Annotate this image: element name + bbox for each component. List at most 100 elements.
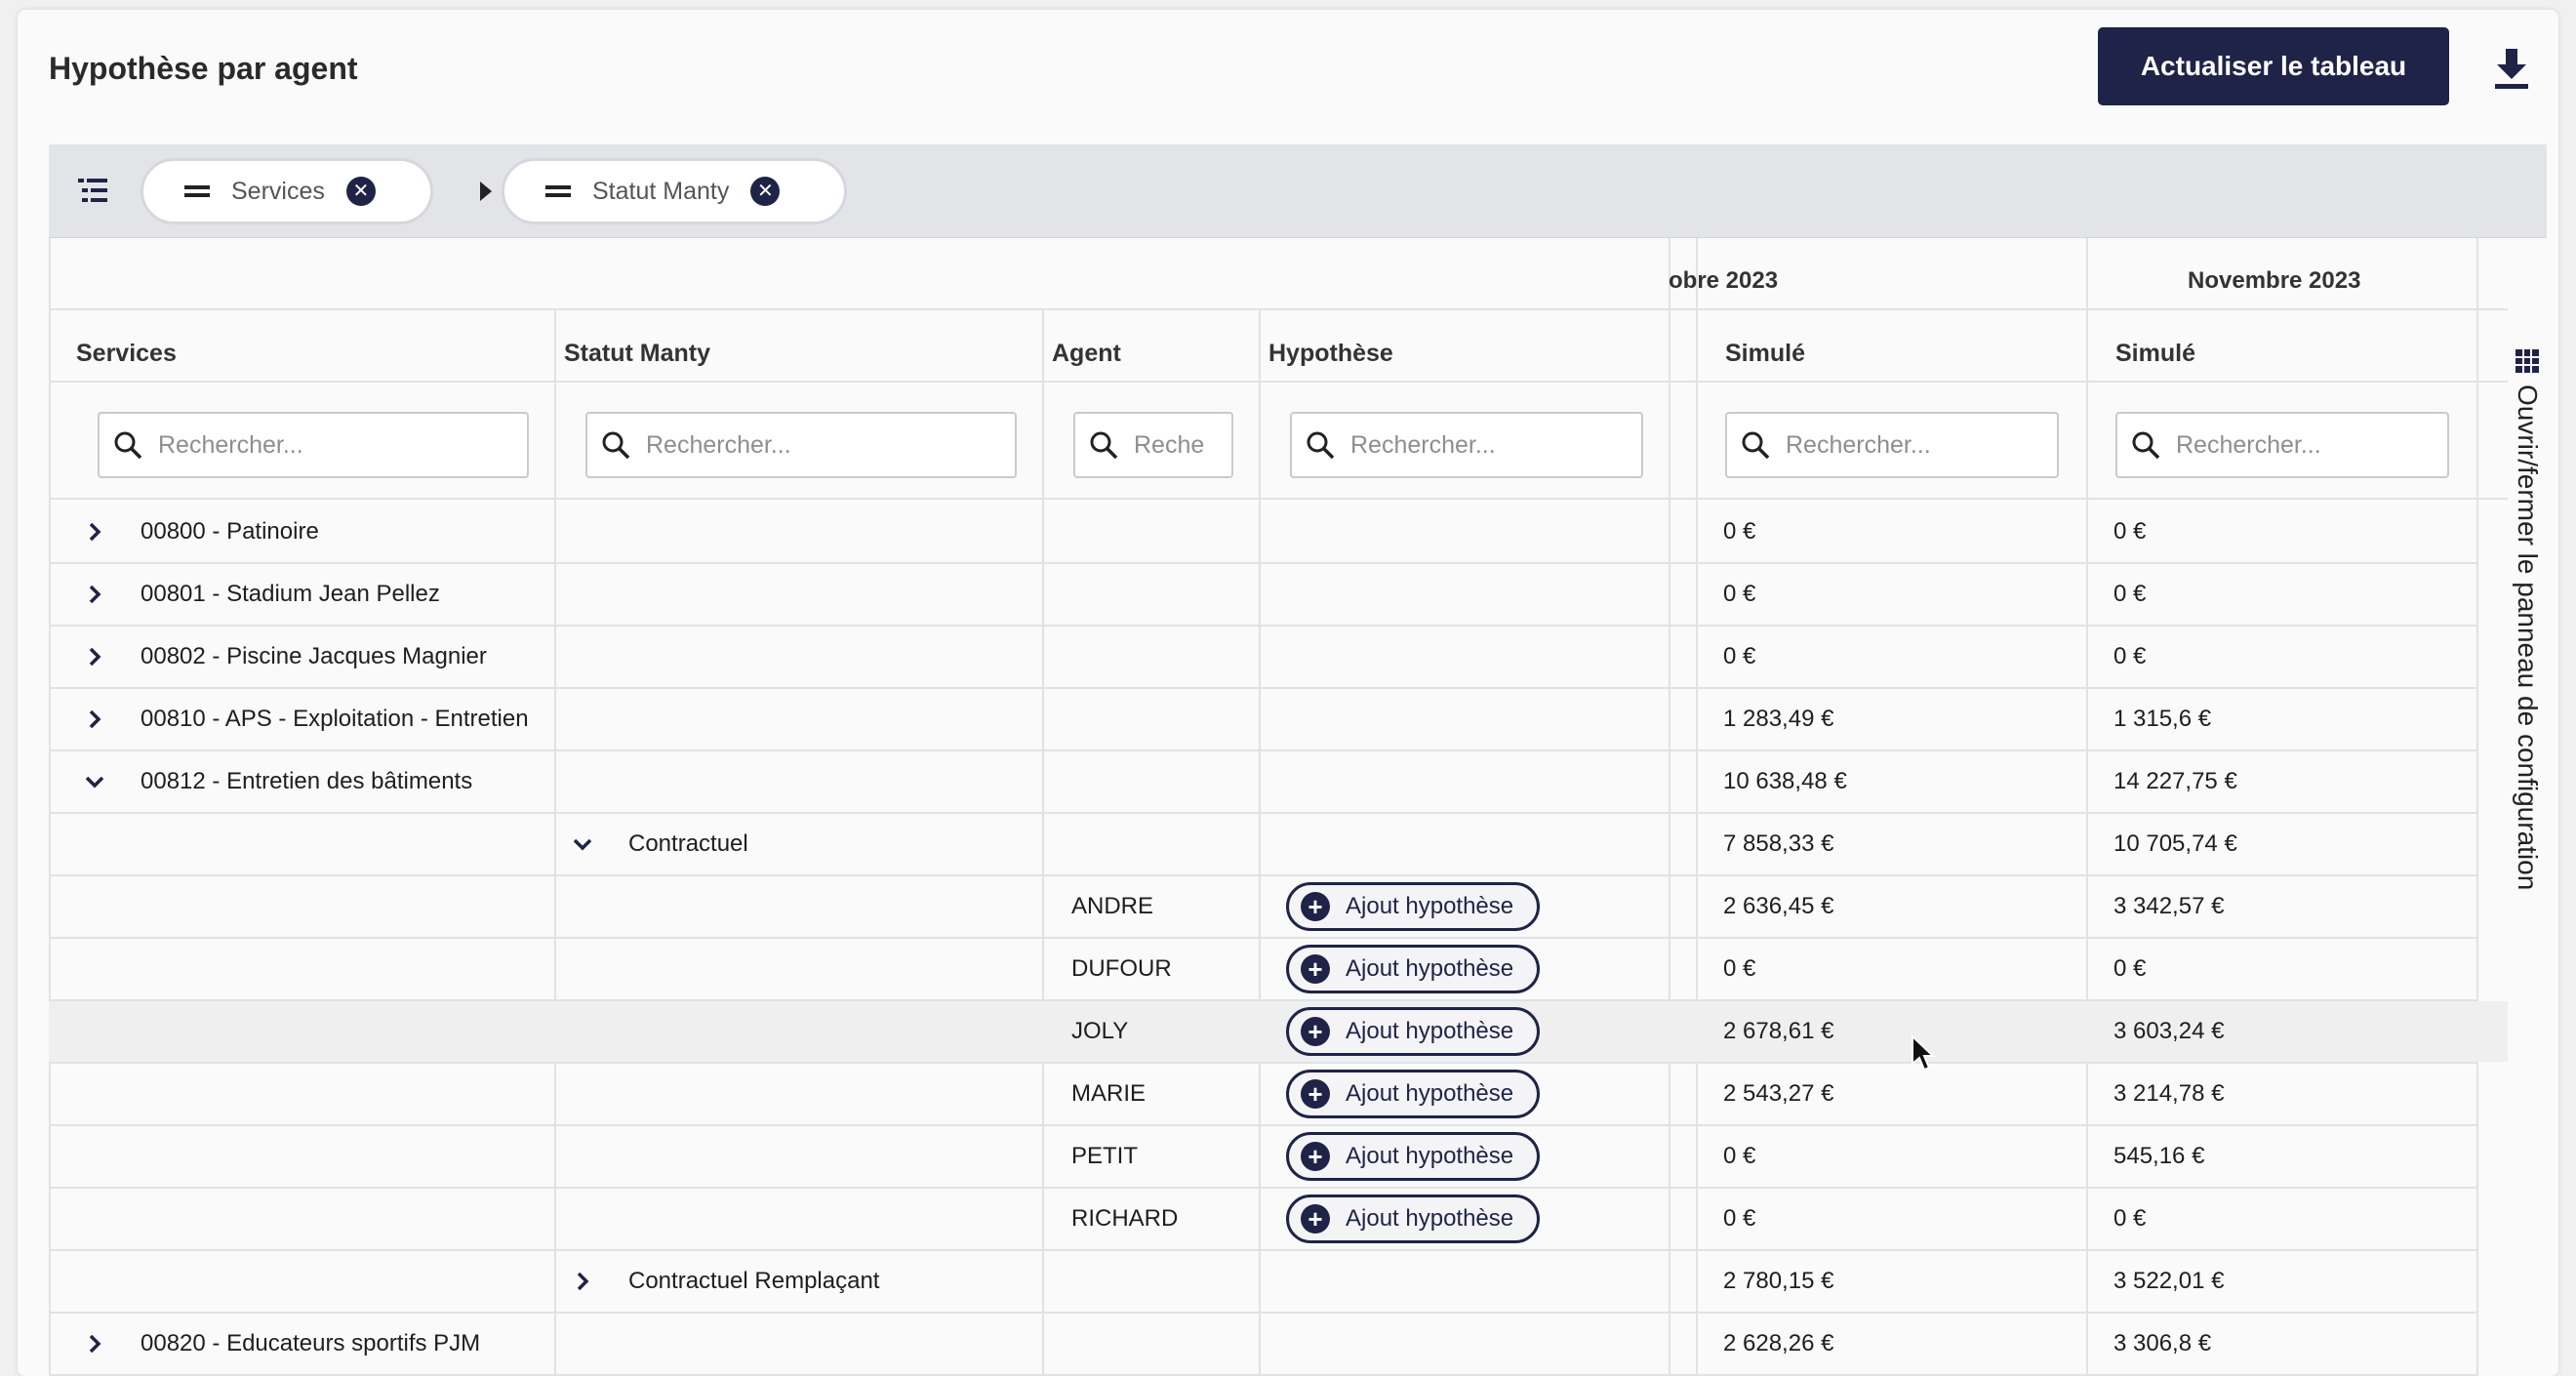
chevron-right-icon[interactable] (78, 578, 111, 611)
agent-search-field[interactable] (1073, 412, 1233, 478)
plus-circle-icon: + (1301, 1204, 1330, 1234)
grid-icon[interactable] (2502, 345, 2553, 384)
add-hypothesis-button[interactable]: + Ajout hypothèse (1286, 1070, 1541, 1118)
remove-chip-icon[interactable]: ✕ (750, 177, 781, 206)
search-icon (602, 431, 630, 460)
hypothese-search-input[interactable] (1350, 430, 1641, 460)
add-hypothesis-label: Ajout hypothèse (1346, 1143, 1514, 1169)
service-group-row[interactable]: 00800 - Patinoire 0 € 0 € (49, 502, 2508, 564)
group-chip-services[interactable]: Services ✕ (141, 158, 433, 224)
agent-row[interactable]: RICHARD + Ajout hypothèse 0 € 0 € (49, 1189, 2508, 1251)
service-group-row[interactable]: 00810 - APS - Exploitation - Entretien 1 … (49, 689, 2508, 751)
add-hypothesis-label: Ajout hypothèse (1346, 1205, 1514, 1232)
chevron-right-icon[interactable] (78, 640, 111, 673)
statut-group-row[interactable]: Contractuel 7 858,33 € 10 705,74 € (49, 814, 2508, 876)
agent-name: MARIE (1071, 1080, 1147, 1107)
service-group-row[interactable]: 00820 - Educateurs sportifs PJM 2 628,26 … (49, 1314, 2508, 1376)
chevron-down-icon[interactable] (78, 765, 111, 798)
hypothesis-card: Hypothèse par agent Actualiser le tablea… (18, 10, 2558, 1376)
chevron-right-icon[interactable] (78, 515, 111, 548)
add-hypothesis-label: Ajout hypothèse (1346, 893, 1514, 919)
config-panel-toggle[interactable]: Ouvrir/fermer le panneau de configuratio… (2512, 384, 2543, 890)
agent-row[interactable]: PETIT + Ajout hypothèse 0 € 545,16 € (49, 1126, 2508, 1189)
grid-line (49, 498, 2508, 500)
simule-search-field[interactable] (2115, 412, 2449, 478)
simule-value: 2 780,15 € (1723, 1268, 1834, 1294)
agent-search-input[interactable] (1134, 430, 1231, 460)
service-label: 00801 - Stadium Jean Pellez (141, 581, 440, 607)
statut-group-row[interactable]: Contractuel Remplaçant 2 780,15 € 3 522,01… (49, 1251, 2508, 1314)
service-group-row[interactable]: 00801 - Stadium Jean Pellez 0 € 0 € (49, 564, 2508, 627)
simule-value: 0 € (2113, 955, 2147, 982)
chevron-down-icon[interactable] (566, 828, 599, 861)
data-grid: obre 2023 Novembre 2023 Services Statut … (49, 238, 2508, 1376)
add-hypothesis-button[interactable]: + Ajout hypothèse (1286, 1132, 1541, 1181)
service-group-row[interactable]: 00802 - Piscine Jacques Magnier 0 € 0 € (49, 627, 2508, 689)
hypothesis-cell: + Ajout hypothèse (1286, 876, 1541, 937)
simule-value: 0 € (1723, 581, 1756, 607)
simule-value: 2 628,26 € (1723, 1330, 1834, 1356)
statut-search-input[interactable] (646, 430, 1015, 460)
drag-handle-icon[interactable] (545, 185, 571, 197)
add-hypothesis-button[interactable]: + Ajout hypothèse (1286, 1194, 1541, 1243)
agent-row[interactable]: MARIE + Ajout hypothèse 2 543,27 € 3 214,78 … (49, 1064, 2508, 1126)
statut-label: Contractuel (628, 830, 748, 857)
remove-chip-icon[interactable]: ✕ (345, 177, 376, 206)
column-header-services[interactable]: Services (76, 340, 177, 368)
chevron-right-icon[interactable] (566, 1265, 599, 1298)
statut-search-field[interactable] (585, 412, 1017, 478)
chevron-right-icon[interactable] (78, 703, 111, 736)
group-list-icon[interactable] (78, 178, 107, 203)
chevron-right-icon[interactable] (78, 1327, 111, 1360)
agent-name: PETIT (1071, 1143, 1139, 1169)
group-cell: 00810 - APS - Exploitation - Entretien (78, 689, 529, 749)
service-label: 00800 - Patinoire (141, 518, 319, 545)
group-cell: Contractuel (566, 814, 748, 874)
column-header-agent[interactable]: Agent (1052, 340, 1121, 368)
agent-row[interactable]: DUFOUR + Ajout hypothèse 0 € 0 € (49, 939, 2508, 1001)
simule-value: 2 678,61 € (1723, 1018, 1834, 1044)
add-hypothesis-button[interactable]: + Ajout hypothèse (1286, 882, 1541, 931)
simule-search-input[interactable] (1786, 430, 2057, 460)
services-search-input[interactable] (158, 430, 527, 460)
group-chip-statut-manty[interactable]: Statut Manty ✕ (502, 158, 847, 224)
add-hypothesis-button[interactable]: + Ajout hypothèse (1286, 945, 1541, 993)
download-icon[interactable] (2492, 47, 2531, 92)
simule-value: 0 € (1723, 643, 1756, 669)
add-hypothesis-button[interactable]: + Ajout hypothèse (1286, 1007, 1541, 1056)
agent-row[interactable]: JOLY + Ajout hypothèse 2 678,61 € 3 603,24 € (49, 1001, 2508, 1064)
hypothesis-cell: + Ajout hypothèse (1286, 1064, 1541, 1124)
hypothesis-cell: + Ajout hypothèse (1286, 1001, 1541, 1062)
row-group-bar: Services ✕ Statut Manty ✕ (49, 144, 2547, 238)
simule-value: 545,16 € (2113, 1143, 2205, 1169)
plus-circle-icon: + (1301, 1017, 1330, 1046)
group-cell: 00801 - Stadium Jean Pellez (78, 564, 440, 625)
group-chip-label: Services (231, 177, 325, 205)
hypothese-search-field[interactable] (1290, 412, 1643, 478)
simule-value: 14 227,75 € (2113, 768, 2237, 794)
search-icon (1090, 431, 1118, 460)
drag-handle-icon[interactable] (184, 185, 210, 197)
service-label: 00802 - Piscine Jacques Magnier (141, 643, 487, 669)
simule-value: 0 € (2113, 581, 2147, 607)
column-header-hypothese[interactable]: Hypothèse (1268, 340, 1393, 368)
simule-value: 3 306,8 € (2113, 1330, 2212, 1356)
column-header-simule[interactable]: Simulé (2115, 340, 2195, 368)
service-group-row[interactable]: 00812 - Entretien des bâtiments 10 638,48… (49, 751, 2508, 814)
hypothesis-cell: + Ajout hypothèse (1286, 939, 1541, 999)
column-header-simule[interactable]: Simulé (1725, 340, 1805, 368)
simule-search-input[interactable] (2176, 430, 2447, 460)
simule-search-field[interactable] (1725, 412, 2059, 478)
grid-line (49, 308, 2508, 310)
simule-value: 7 858,33 € (1723, 830, 1834, 857)
simule-value: 1 283,49 € (1723, 706, 1834, 732)
refresh-table-button[interactable]: Actualiser le tableau (2098, 27, 2449, 105)
search-icon (2132, 431, 2160, 460)
column-header-statut[interactable]: Statut Manty (564, 340, 710, 368)
group-cell: 00812 - Entretien des bâtiments (78, 751, 472, 812)
agent-row[interactable]: ANDRE + Ajout hypothèse 2 636,45 € 3 342,57 … (49, 876, 2508, 939)
simule-value: 2 636,45 € (1723, 893, 1834, 919)
services-search-field[interactable] (98, 412, 529, 478)
simule-value: 3 342,57 € (2113, 893, 2225, 919)
simule-value: 3 603,24 € (2113, 1018, 2225, 1044)
